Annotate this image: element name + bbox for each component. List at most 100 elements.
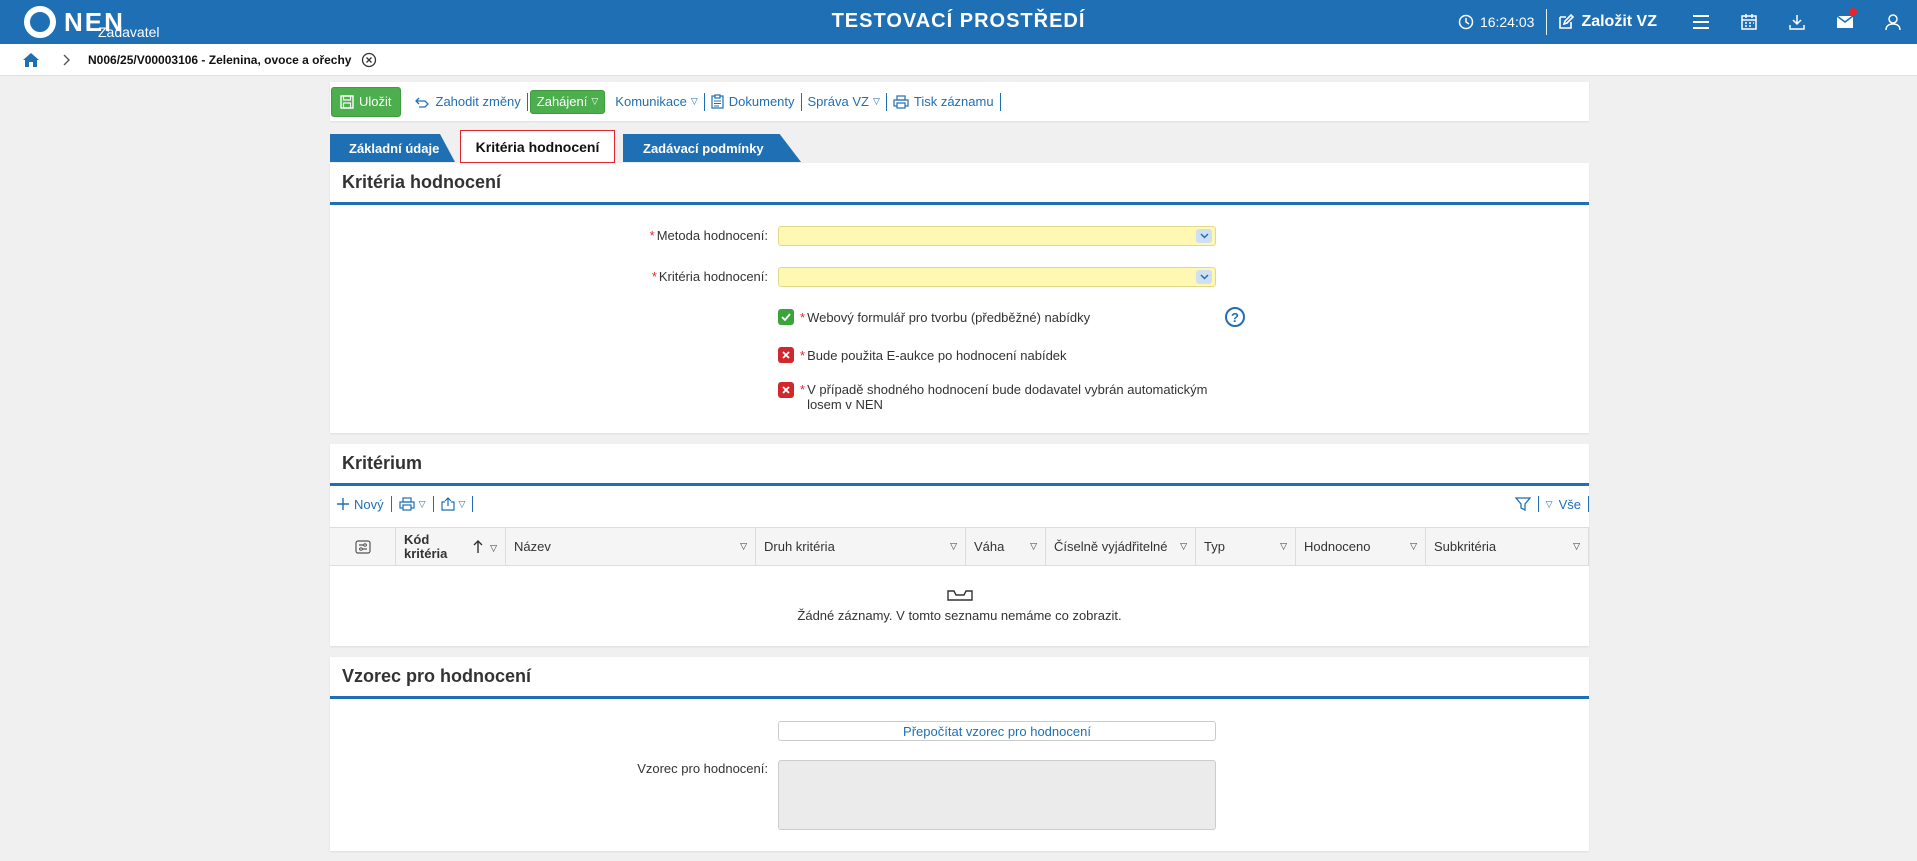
column-subcriteria[interactable]: Subkritéria ▽ — [1426, 528, 1589, 565]
eauction-checkbox-row: * Bude použita E-aukce po hodnocení nabíd… — [778, 347, 1067, 363]
caret-down-icon[interactable]: ▽ — [490, 541, 497, 555]
communication-dropdown[interactable]: Komunikace ▽ — [609, 92, 703, 112]
lottery-checkbox[interactable] — [778, 382, 794, 398]
caret-down-icon[interactable]: ▽ — [1180, 541, 1187, 552]
sort-up-icon — [473, 540, 483, 553]
view-all-dropdown[interactable]: ▽ Vše — [1539, 497, 1588, 512]
caret-down-icon[interactable]: ▽ — [740, 541, 747, 552]
breadcrumb: N006/25/V00003106 - Zelenina, ovoce a oř… — [0, 44, 1917, 76]
empty-tray-icon — [946, 590, 973, 601]
download-icon — [1789, 15, 1805, 30]
clock-icon — [1458, 14, 1474, 30]
menu-icon — [1693, 15, 1709, 29]
column-weight[interactable]: Váha ▽ — [966, 528, 1046, 565]
create-vz-label: Založit VZ — [1581, 13, 1657, 30]
evaluation-criteria-panel: Kritéria hodnocení * Metoda hodnocení: * K… — [330, 163, 1589, 433]
formula-textarea — [778, 760, 1216, 830]
chevron-right-icon — [62, 54, 70, 66]
column-code[interactable]: Kód kritéria ▽ — [396, 528, 506, 565]
method-row: * Metoda hodnocení: — [330, 226, 1589, 246]
caret-down-icon[interactable]: ▽ — [950, 541, 957, 552]
caret-down-icon[interactable]: ▽ — [1280, 541, 1287, 552]
documents-button[interactable]: Dokumenty — [705, 92, 801, 112]
criterion-panel: Kritérium Nový ▽ ▽ ▽ Vše Kód kritéria ▽ … — [330, 444, 1589, 646]
grid-header: Kód kritéria ▽ Název ▽ Druh kritéria ▽ V… — [330, 527, 1589, 566]
manage-vz-dropdown[interactable]: Správa VZ ▽ — [802, 92, 886, 112]
download-button[interactable] — [1773, 0, 1821, 44]
close-record-button[interactable] — [361, 52, 377, 68]
calendar-icon — [1741, 14, 1757, 30]
grid-toolbar: Nový ▽ ▽ ▽ Vše — [330, 492, 1589, 516]
caret-down-icon[interactable]: ▽ — [1030, 541, 1037, 552]
caret-down-icon: ▽ — [418, 498, 426, 509]
filter-button[interactable] — [1508, 496, 1538, 512]
plus-icon — [337, 498, 349, 510]
mail-icon — [1836, 15, 1854, 28]
action-toolbar: Uložit Zahodit změny Zahájení ▽ Komunika… — [330, 82, 1589, 121]
grid-print-dropdown[interactable]: ▽ — [392, 497, 433, 511]
column-criterion-kind[interactable]: Druh kritéria ▽ — [756, 528, 966, 565]
recalculate-formula-button[interactable]: Přepočítat vzorec pro hodnocení — [778, 721, 1216, 741]
save-button[interactable]: Uložit — [331, 86, 401, 117]
criteria-select[interactable] — [778, 267, 1216, 287]
lottery-checkbox-row: * V případě shodného hodnocení bude dodav… — [778, 382, 1208, 412]
caret-down-icon: ▽ — [690, 96, 698, 106]
check-icon — [781, 313, 791, 321]
panel-title: Vzorec pro hodnocení — [330, 657, 1589, 699]
chevron-down-icon[interactable] — [1196, 270, 1212, 284]
discard-changes-button[interactable]: Zahodit změny — [409, 92, 527, 112]
eauction-checkbox[interactable] — [778, 347, 794, 363]
formula-panel: Vzorec pro hodnocení Přepočítat vzorec p… — [330, 657, 1589, 851]
method-select[interactable] — [778, 226, 1216, 246]
home-link[interactable] — [22, 52, 40, 68]
column-settings-icon — [354, 539, 371, 554]
home-icon — [23, 52, 39, 67]
clipboard-icon — [711, 94, 724, 109]
close-circle-icon — [362, 52, 377, 67]
printer-icon — [893, 94, 909, 109]
save-label: Uložit — [359, 94, 392, 109]
tab-basic-info[interactable]: Základní údaje — [330, 134, 455, 162]
web-form-checkbox[interactable] — [778, 309, 794, 325]
discard-label: Zahodit změny — [435, 94, 521, 109]
start-label: Zahájení — [536, 94, 588, 109]
session-clock: 16:24:03 — [1458, 14, 1534, 30]
panel-title: Kritérium — [330, 444, 1589, 486]
start-dropdown-button[interactable]: Zahájení ▽ — [529, 89, 606, 114]
caret-down-icon[interactable]: ▽ — [1573, 541, 1580, 552]
tab-evaluation-criteria[interactable]: Kritéria hodnocení — [460, 130, 615, 163]
all-label: Vše — [1558, 496, 1581, 512]
criteria-row: * Kritéria hodnocení: — [330, 267, 1589, 287]
toolbar-divider — [526, 92, 528, 111]
toolbar-divider — [472, 496, 474, 512]
grid-export-dropdown[interactable]: ▽ — [434, 497, 473, 511]
print-record-button[interactable]: Tisk záznamu — [887, 92, 1000, 112]
create-vz-button[interactable]: Založit VZ — [1557, 13, 1657, 31]
menu-button[interactable] — [1677, 0, 1725, 44]
chevron-down-icon[interactable] — [1196, 229, 1212, 243]
messages-button[interactable] — [1821, 0, 1869, 44]
tab-tender-conditions[interactable]: Zadávací podmínky — [623, 134, 801, 162]
panel-title: Kritéria hodnocení — [330, 163, 1589, 205]
column-name[interactable]: Název ▽ — [506, 528, 756, 565]
filter-icon — [1514, 497, 1531, 512]
new-criterion-button[interactable]: Nový — [330, 497, 391, 512]
column-evaluated[interactable]: Hodnoceno ▽ — [1296, 528, 1426, 565]
documents-label: Dokumenty — [728, 94, 795, 109]
x-icon — [782, 386, 790, 394]
help-icon[interactable]: ? — [1225, 307, 1245, 327]
printer-icon — [399, 497, 415, 511]
column-type[interactable]: Typ ▽ — [1196, 528, 1296, 565]
undo-hand-icon — [414, 97, 429, 108]
column-settings-button[interactable] — [330, 528, 396, 565]
toolbar-divider — [1588, 496, 1589, 512]
lottery-label: V případě shodného hodnocení bude dodava… — [807, 382, 1208, 412]
caret-down-icon[interactable]: ▽ — [1410, 541, 1417, 552]
calendar-button[interactable] — [1725, 0, 1773, 44]
communication-label: Komunikace — [615, 94, 687, 109]
column-numeric[interactable]: Číselně vyjádřitelné ▽ — [1046, 528, 1196, 565]
breadcrumb-current[interactable]: N006/25/V00003106 - Zelenina, ovoce a oř… — [88, 53, 351, 67]
web-form-label: Webový formulář pro tvorbu (předběžné) n… — [807, 310, 1091, 325]
eauction-label: Bude použita E-aukce po hodnocení nabíde… — [807, 348, 1067, 363]
user-button[interactable] — [1869, 0, 1917, 44]
